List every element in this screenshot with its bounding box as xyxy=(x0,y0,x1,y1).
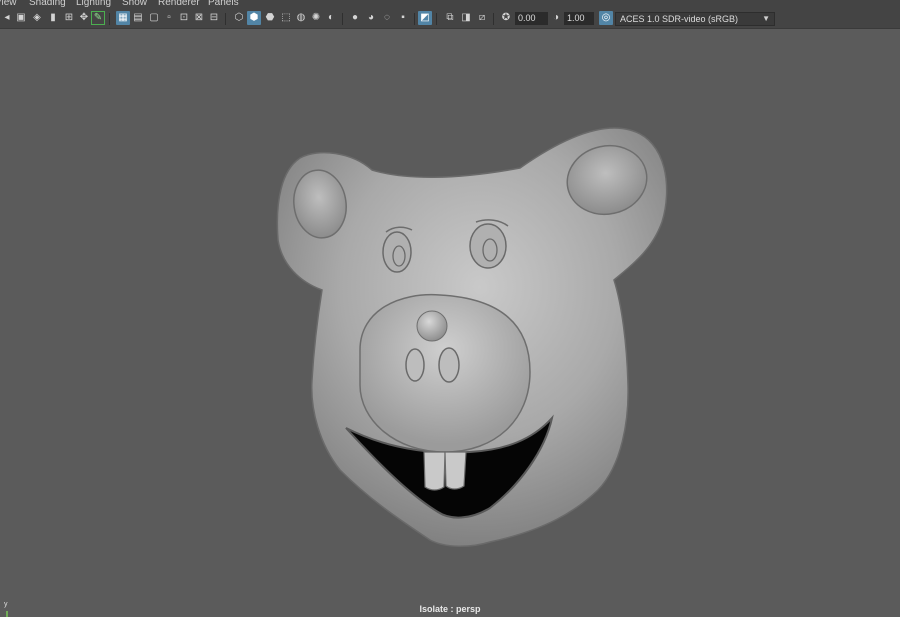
right-tooth xyxy=(444,451,467,490)
field-chart-icon[interactable]: ⊡ xyxy=(177,11,191,25)
right-eye xyxy=(469,223,507,269)
motion-blur-icon[interactable]: ◕ xyxy=(364,11,378,25)
anti-aliasing-icon[interactable]: ◌ xyxy=(380,11,394,25)
menu-panels[interactable]: Panels xyxy=(208,0,239,9)
menu-renderer[interactable]: Renderer xyxy=(158,0,200,9)
wireframe-on-shaded-icon[interactable]: ⬣ xyxy=(263,11,277,25)
xray-components-icon[interactable]: ⧄ xyxy=(475,11,489,25)
chevron-down-icon: ▼ xyxy=(762,14,770,23)
grid-icon[interactable]: ▦ xyxy=(116,11,130,25)
bookmark-icon[interactable]: ▮ xyxy=(46,11,60,25)
film-gate-icon[interactable]: ▤ xyxy=(131,11,145,25)
camera-name-label: Isolate : persp xyxy=(419,604,481,614)
gate-mask-icon[interactable]: ▫ xyxy=(162,11,176,25)
camera-attributes-icon[interactable]: ▣ xyxy=(14,11,28,25)
gamma-field[interactable]: 1.00 xyxy=(564,12,594,25)
default-lighting-icon[interactable]: ◍ xyxy=(294,11,308,25)
safe-action-icon[interactable]: ⊠ xyxy=(192,11,206,25)
safe-title-icon[interactable]: ⊟ xyxy=(207,11,221,25)
shadows-icon[interactable]: ◐ xyxy=(324,11,338,25)
depth-of-field-icon[interactable]: ▪ xyxy=(396,11,410,25)
bookmarks-icon[interactable]: ◈ xyxy=(30,11,44,25)
mouse-head-model[interactable] xyxy=(0,29,900,617)
right-nostril xyxy=(438,347,460,383)
3d-viewport[interactable]: y x z Isolate : persp xyxy=(0,29,900,617)
grease-pencil-icon[interactable]: ✎ xyxy=(91,11,105,25)
xray-joints-icon[interactable]: ◨ xyxy=(459,11,473,25)
menu-shading[interactable]: Shading xyxy=(29,0,66,9)
isolate-select-icon[interactable]: ◩ xyxy=(418,11,432,25)
resolution-gate-icon[interactable]: ▢ xyxy=(147,11,161,25)
exposure-field[interactable]: 0.00 xyxy=(515,12,548,25)
xray-icon[interactable]: ⧉ xyxy=(443,11,457,25)
left-tooth xyxy=(423,451,446,491)
view-transform-dropdown[interactable]: ACES 1.0 SDR-video (sRGB) ▼ xyxy=(615,12,775,26)
ambient-occlusion-icon[interactable]: ● xyxy=(348,11,362,25)
menu-view[interactable]: View xyxy=(0,0,17,9)
use-all-lights-icon[interactable]: ✺ xyxy=(309,11,323,25)
menu-show[interactable]: Show xyxy=(122,0,147,9)
wireframe-icon[interactable]: ⬡ xyxy=(232,11,246,25)
nose xyxy=(416,310,448,342)
color-management-icon[interactable]: ◎ xyxy=(599,11,613,25)
viewport-menu-bar: View Shading Lighting Show Renderer Pane… xyxy=(0,0,900,10)
textured-icon[interactable]: ⬚ xyxy=(279,11,293,25)
maya-viewport-window: View Shading Lighting Show Renderer Pane… xyxy=(0,0,900,617)
select-camera-icon[interactable]: ◂ xyxy=(0,11,14,25)
exposure-icon[interactable]: ✪ xyxy=(499,11,513,25)
panel-toolbar: ◂ ▣ ◈ ▮ ⊞ ✥ ✎ ▦ ▤ ▢ ▫ ⊡ ⊠ ⊟ ⬡ ⬢ ⬣ ⬚ ◍ ✺ … xyxy=(0,10,900,29)
view-transform-value: ACES 1.0 SDR-video (sRGB) xyxy=(620,14,739,24)
image-plane-icon[interactable]: ⊞ xyxy=(62,11,76,25)
2d-pan-zoom-icon[interactable]: ✥ xyxy=(77,11,91,25)
left-nostril xyxy=(405,348,425,382)
gamma-icon[interactable]: ◑ xyxy=(549,11,563,25)
menu-lighting[interactable]: Lighting xyxy=(76,0,111,9)
smooth-shade-icon[interactable]: ⬢ xyxy=(247,11,261,25)
